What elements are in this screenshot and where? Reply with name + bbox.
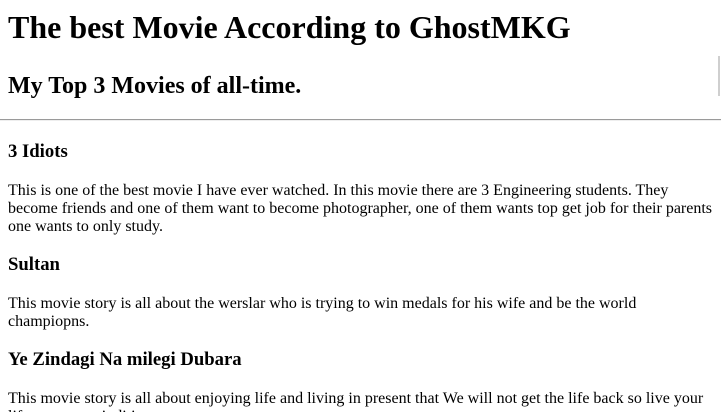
movie-description: This movie story is all about the wersla… [8, 295, 637, 330]
page-subtitle: My Top 3 Movies of all-time. [8, 73, 302, 99]
movie-description: This movie story is all about enjoying l… [8, 390, 704, 412]
movie-entry-3: Ye Zindagi Na milegi Dubara This movie s… [8, 349, 721, 412]
scroll-edge-indicator [718, 56, 720, 96]
page-title: The best Movie According to GhostMKG [8, 9, 571, 45]
page-content: The best Movie According to GhostMKG My … [0, 0, 721, 412]
movie-title: 3 Idiots [8, 141, 68, 162]
movie-title: Sultan [8, 254, 60, 275]
movie-entry-1: 3 Idiots This is one of the best movie I… [8, 141, 721, 236]
movie-entry-2: Sultan This movie story is all about the… [8, 254, 721, 331]
movie-title: Ye Zindagi Na milegi Dubara [8, 349, 242, 370]
divider [0, 119, 721, 121]
movie-description: This is one of the best movie I have eve… [8, 182, 713, 235]
